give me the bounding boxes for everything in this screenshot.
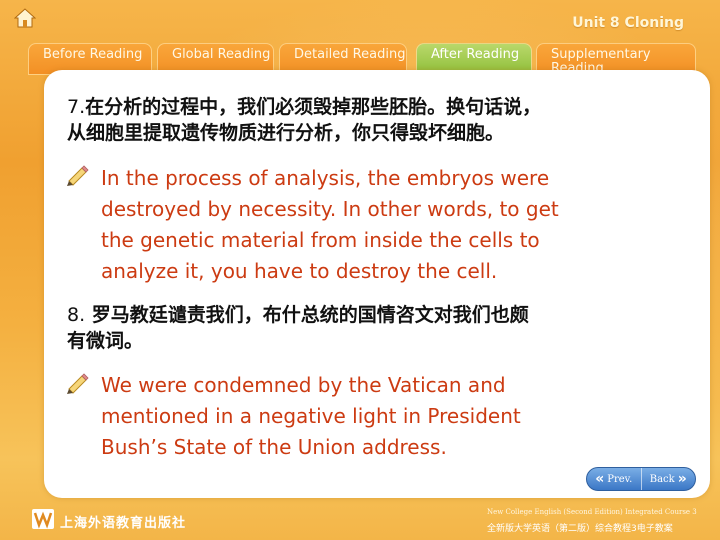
pencil-icon	[67, 373, 89, 394]
chinese-line: 从细胞里提取遗传物质进行分析，你只得毁坏细胞。	[67, 122, 505, 144]
chinese-line: 有微词。	[67, 330, 144, 352]
tab-label: Global Reading	[172, 47, 271, 62]
english-line: the genetic material from inside the cel…	[101, 228, 540, 252]
item-7-chinese: 7.在分析的过程中，我们必须毁掉那些胚胎。换句话说， 从细胞里提取遗传物质进行分…	[67, 94, 541, 146]
chinese-line: 8. 罗马教廷谴责我们，布什总统的国情咨文对我们也颇	[67, 304, 529, 326]
english-line: analyze it, you have to destroy the cell…	[101, 259, 498, 283]
double-chevron-right-icon: »	[677, 471, 687, 487]
prev-button[interactable]: « Prev.	[587, 468, 641, 490]
english-line: mentioned in a negative light in Preside…	[101, 404, 521, 428]
prev-label: Prev.	[607, 473, 633, 485]
publisher-logo-icon	[32, 509, 54, 529]
tab-label: After Reading	[431, 47, 520, 62]
item-number: 7.	[67, 96, 86, 118]
home-icon[interactable]	[14, 8, 36, 28]
english-line: We were condemned by the Vatican and	[101, 373, 506, 397]
english-line: destroyed by necessity. In other words, …	[101, 197, 559, 221]
course-title-english: New College English (Second Edition) Int…	[487, 508, 697, 516]
item-8-chinese: 8. 罗马教廷谴责我们，布什总统的国情咨文对我们也颇 有微词。	[67, 302, 529, 354]
tab-label: Detailed Reading	[294, 47, 406, 62]
english-line: In the process of analysis, the embryos …	[101, 166, 550, 190]
back-label: Back	[649, 473, 675, 485]
course-title-chinese: 全新版大学英语（第二版）综合教程3电子教案	[487, 524, 673, 534]
pencil-icon	[67, 165, 89, 186]
publisher-name: 上海外语教育出版社	[60, 516, 187, 531]
back-button[interactable]: Back »	[640, 468, 696, 490]
item-8-english: We were condemned by the Vatican and men…	[101, 370, 521, 463]
chinese-line: 7.在分析的过程中，我们必须毁掉那些胚胎。换句话说，	[67, 96, 542, 118]
double-chevron-left-icon: «	[595, 471, 605, 487]
nav-buttons: « Prev. Back »	[586, 467, 696, 491]
unit-title: Unit 8 Cloning	[572, 15, 684, 31]
item-7-english: In the process of analysis, the embryos …	[101, 163, 559, 287]
item-number: 8.	[67, 304, 86, 326]
english-line: Bush’s State of the Union address.	[101, 435, 447, 459]
tab-label: Before Reading	[43, 47, 143, 62]
